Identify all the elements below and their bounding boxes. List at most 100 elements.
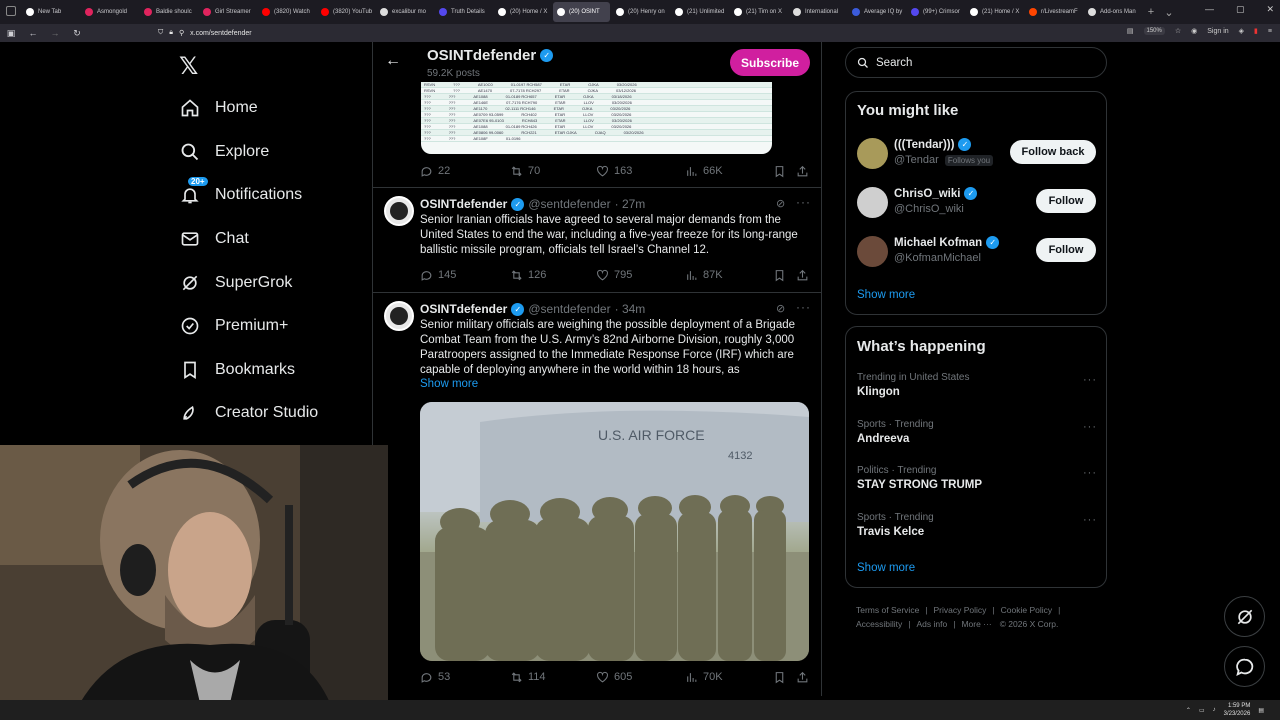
browser-tab[interactable]: (3820) Watch: [258, 2, 315, 22]
browser-tab[interactable]: Truth Details: [435, 2, 492, 22]
avatar[interactable]: [384, 196, 414, 226]
follow-suggestion[interactable]: ChrisO_wiki ✓ @ChrisO_wiki Follow: [857, 185, 1097, 221]
views-button[interactable]: 87K: [685, 269, 773, 282]
tweet-time[interactable]: · 34m: [615, 302, 646, 316]
account-icon[interactable]: ◉: [1191, 27, 1197, 35]
avatar[interactable]: [857, 187, 888, 218]
sidebar-toggle-icon[interactable]: ▣: [0, 28, 22, 39]
browser-tab[interactable]: (20) OSINT: [553, 2, 610, 22]
subscribe-button[interactable]: Subscribe: [730, 49, 810, 76]
tab-overview-icon[interactable]: [6, 6, 16, 16]
follow-button[interactable]: Follow: [1036, 189, 1096, 213]
extension-icon[interactable]: ▮: [1254, 27, 1258, 35]
browser-tab[interactable]: excalibur mo: [376, 2, 433, 22]
browser-tab[interactable]: International: [789, 2, 846, 22]
sidebar-item-explore[interactable]: Explore: [179, 139, 269, 165]
sidebar-item-supergrok[interactable]: SuperGrok: [179, 270, 292, 296]
minimize-icon[interactable]: —: [1205, 4, 1214, 15]
sidebar-item-creator-studio[interactable]: Creator Studio: [179, 400, 318, 426]
footer-link[interactable]: Ads info: [917, 619, 948, 629]
shield-icon[interactable]: ⛉: [158, 29, 163, 37]
follow-suggestion[interactable]: Michael Kofman ✓ @KofmanMichael Follow: [857, 234, 1097, 270]
bookmark-button[interactable]: [773, 671, 796, 684]
like-button[interactable]: 163: [596, 165, 685, 178]
pocket-icon[interactable]: ◈: [1239, 27, 1244, 35]
reply-button[interactable]: 22: [420, 165, 510, 178]
bookmark-button[interactable]: [773, 165, 796, 178]
like-button[interactable]: 795: [596, 269, 685, 282]
zoom-level[interactable]: 150%: [1143, 27, 1165, 35]
sidebar-item-chat[interactable]: Chat: [179, 226, 249, 252]
bookmark-button[interactable]: [773, 269, 796, 282]
browser-tab[interactable]: (3820) YouTub: [317, 2, 374, 22]
more-options-icon[interactable]: ···: [1083, 374, 1097, 386]
chat-floating-button[interactable]: [1224, 646, 1265, 687]
close-icon[interactable]: ✕: [1266, 4, 1274, 15]
author-handle[interactable]: @sentdefender: [528, 302, 610, 316]
footer-link[interactable]: Terms of Service: [856, 605, 919, 615]
avatar[interactable]: [857, 236, 888, 267]
author-handle[interactable]: @sentdefender: [528, 197, 610, 211]
repost-button[interactable]: 70: [510, 165, 596, 178]
forward-icon[interactable]: →: [44, 28, 66, 38]
trend-item[interactable]: Trending in United States Klingon ···: [857, 372, 1097, 406]
share-button[interactable]: [796, 671, 809, 684]
browser-tab[interactable]: New Tab: [22, 2, 79, 22]
address-bar[interactable]: ⛉ 🔒︎ ⚲ x.com/sentdefender: [158, 29, 252, 37]
reload-icon[interactable]: ↻: [66, 28, 88, 39]
tweet-time[interactable]: · 27m: [615, 197, 646, 211]
url-text[interactable]: x.com/sentdefender: [190, 30, 251, 37]
share-button[interactable]: [796, 165, 809, 178]
reply-button[interactable]: 53: [420, 671, 510, 684]
more-options-icon[interactable]: ···: [1083, 514, 1097, 526]
network-icon[interactable]: ▭: [1199, 707, 1205, 714]
sidebar-item-notifications[interactable]: 20+ Notifications: [179, 177, 302, 208]
new-tab-button[interactable]: +: [1143, 6, 1159, 18]
tune-icon[interactable]: ⚲: [179, 29, 184, 37]
back-arrow-icon[interactable]: ←: [385, 52, 401, 70]
maximize-icon[interactable]: ▢: [1236, 4, 1245, 15]
follow-back-button[interactable]: Follow back: [1010, 140, 1096, 164]
sidebar-item-bookmarks[interactable]: Bookmarks: [179, 357, 295, 383]
tray-chevron-icon[interactable]: ⌃: [1186, 707, 1191, 714]
avatar[interactable]: [857, 138, 888, 169]
show-more-link[interactable]: Show more: [857, 289, 915, 301]
bookmark-star-icon[interactable]: ☆: [1175, 27, 1181, 35]
more-options-icon[interactable]: ···: [796, 195, 811, 209]
menu-icon[interactable]: ≡: [1268, 28, 1272, 35]
browser-tab[interactable]: Add-ons Man: [1084, 2, 1141, 22]
browser-tab[interactable]: Average IQ by: [848, 2, 905, 22]
reply-button[interactable]: 145: [420, 269, 510, 282]
browser-tab[interactable]: Girl Streamer: [199, 2, 256, 22]
sign-in-label[interactable]: Sign in: [1207, 28, 1228, 35]
repost-button[interactable]: 114: [510, 671, 596, 684]
browser-tab[interactable]: (21) Tim on X: [730, 2, 787, 22]
browser-tab[interactable]: Baldie shoulc: [140, 2, 197, 22]
x-logo-icon[interactable]: 𝕏: [179, 52, 198, 80]
show-more-link[interactable]: Show more: [420, 378, 478, 390]
follow-button[interactable]: Follow: [1036, 238, 1096, 262]
follow-suggestion[interactable]: (((Tendar))) ✓ @Tendar Follows you Follo…: [857, 136, 1097, 172]
views-button[interactable]: 70K: [685, 671, 773, 684]
tweet-photo[interactable]: U.S. AIR FORCE 4132: [420, 402, 809, 661]
tab-dropdown-icon[interactable]: ⌄: [1161, 6, 1177, 19]
show-more-link[interactable]: Show more: [857, 562, 915, 574]
author-name[interactable]: OSINTdefender: [420, 197, 507, 211]
like-button[interactable]: 605: [596, 671, 685, 684]
volume-icon[interactable]: ♪: [1213, 707, 1216, 713]
tweet-image-table[interactable]: RSVN??? AE10C0 01-0197 RCH587 ETAR OJKA 03/20…: [421, 82, 772, 154]
browser-tab[interactable]: Asmongold: [81, 2, 138, 22]
footer-link[interactable]: More ···: [961, 619, 991, 629]
footer-link[interactable]: Privacy Policy: [934, 605, 987, 615]
browser-tab[interactable]: (99+) Crimsor: [907, 2, 964, 22]
sidebar-item-premium[interactable]: Premium+: [179, 313, 288, 339]
grok-icon[interactable]: ⊘: [776, 197, 785, 210]
browser-tab[interactable]: (21) Home / X: [966, 2, 1023, 22]
trend-item[interactable]: Politics · Trending STAY STRONG TRUMP ··…: [857, 465, 1097, 499]
sidebar-item-home[interactable]: Home: [179, 95, 258, 121]
reader-view-icon[interactable]: ▤: [1127, 27, 1134, 35]
more-options-icon[interactable]: ···: [796, 300, 811, 314]
more-options-icon[interactable]: ···: [1083, 467, 1097, 479]
more-options-icon[interactable]: ···: [1083, 421, 1097, 433]
browser-tab[interactable]: (20) Henry on: [612, 2, 669, 22]
